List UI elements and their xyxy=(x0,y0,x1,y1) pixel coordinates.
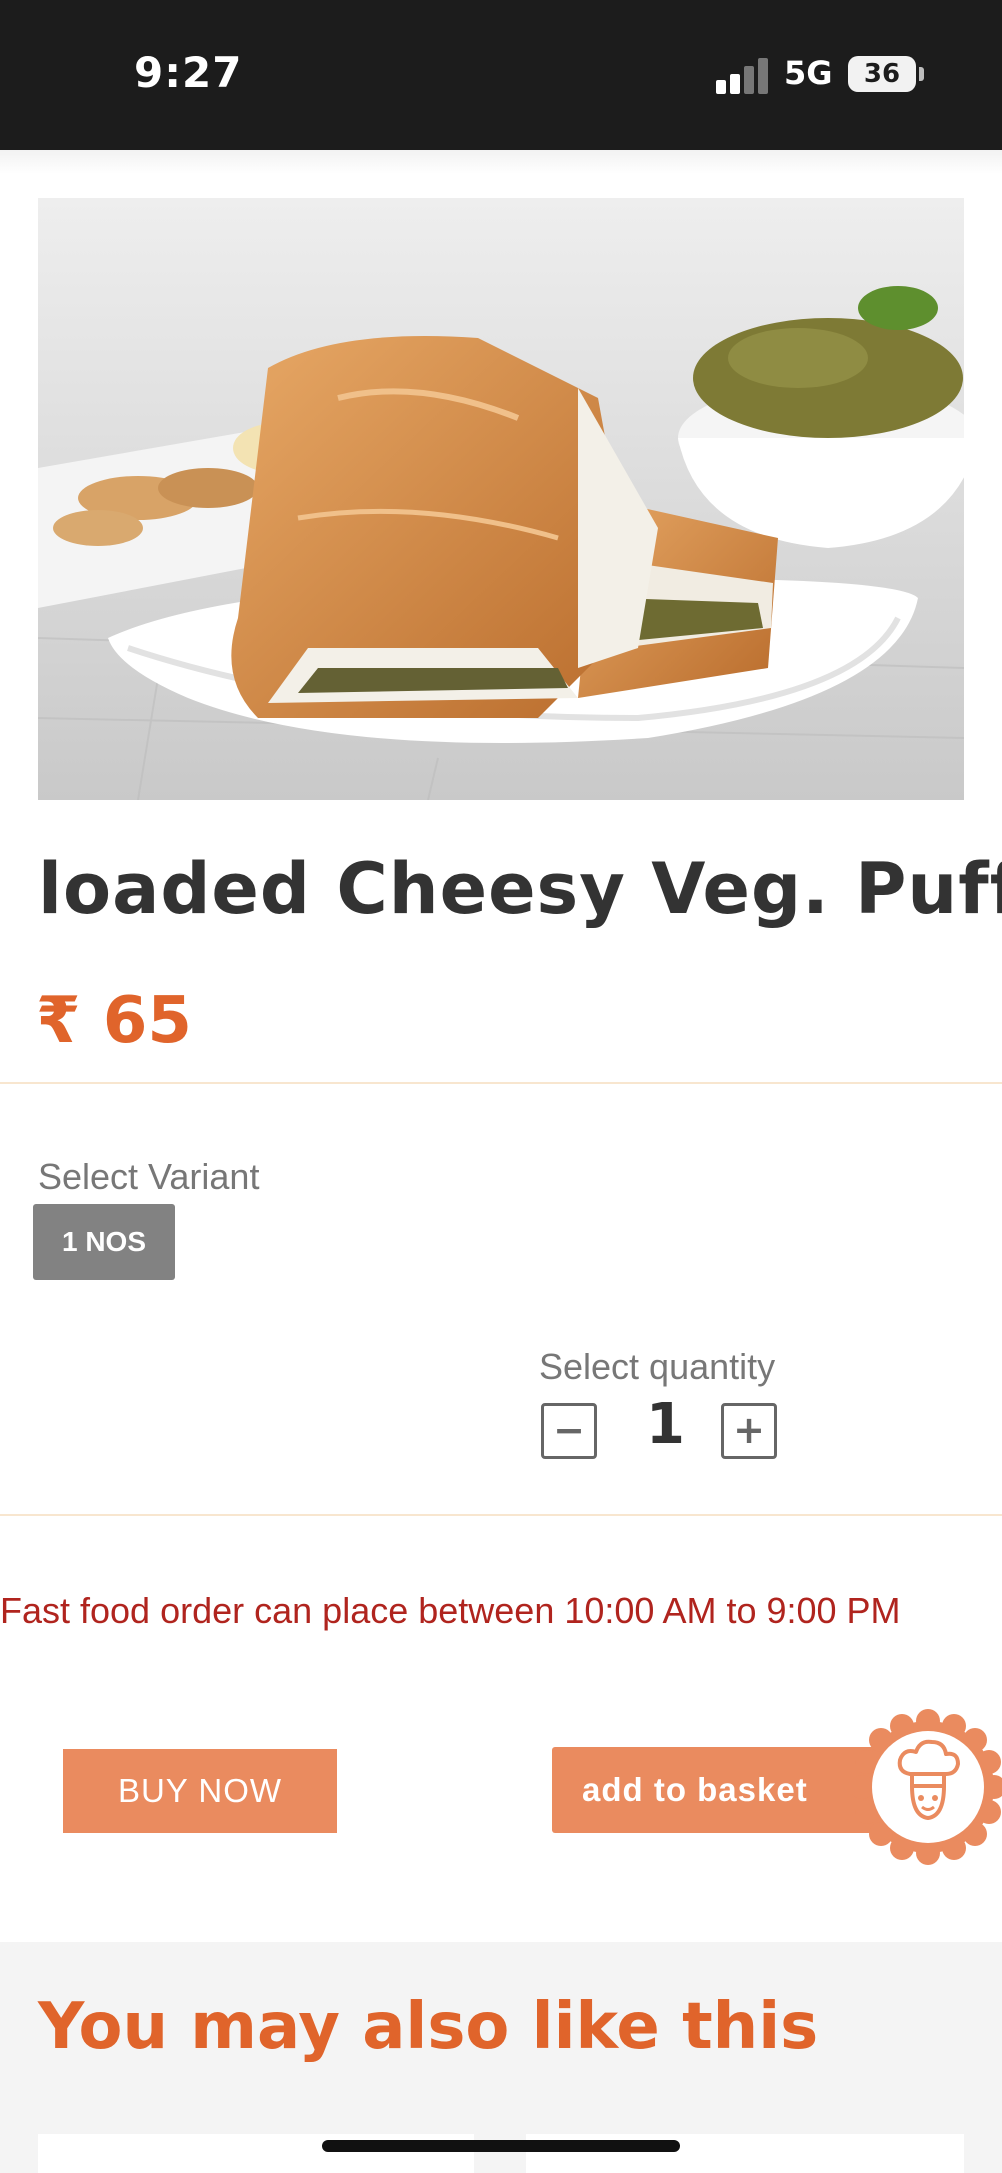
quantity-decrement-button[interactable]: − xyxy=(541,1403,597,1459)
product-title: loaded Cheesy Veg. Puff xyxy=(38,848,1002,930)
product-image xyxy=(38,198,964,800)
status-time: 9:27 xyxy=(134,48,243,97)
quantity-value: 1 xyxy=(646,1392,685,1457)
product-price: ₹ 65 xyxy=(36,984,192,1058)
buy-now-button[interactable]: BUY NOW xyxy=(63,1749,337,1833)
add-to-basket-button[interactable]: add to basket xyxy=(552,1747,892,1833)
divider xyxy=(0,1514,1002,1516)
variant-label: Select Variant xyxy=(38,1156,260,1197)
home-indicator[interactable] xyxy=(322,2140,680,2152)
network-label: 5G xyxy=(784,54,833,92)
battery-icon: 36 xyxy=(848,56,924,92)
quantity-increment-button[interactable]: + xyxy=(721,1403,777,1459)
recommendations-title: You may also like this xyxy=(38,1990,819,2064)
header-shadow xyxy=(0,150,1002,174)
divider xyxy=(0,1082,1002,1084)
signal-icon xyxy=(716,56,772,94)
variant-option-1-nos[interactable]: 1 NOS xyxy=(33,1204,175,1280)
chef-icon[interactable] xyxy=(850,1708,1002,1866)
quantity-label: Select quantity xyxy=(539,1346,776,1387)
recommendations-section: You may also like this xyxy=(0,1942,1002,2173)
order-time-notice: Fast food order can place between 10:00 … xyxy=(0,1590,901,1631)
status-bar: 9:27 5G 36 xyxy=(0,0,1002,150)
